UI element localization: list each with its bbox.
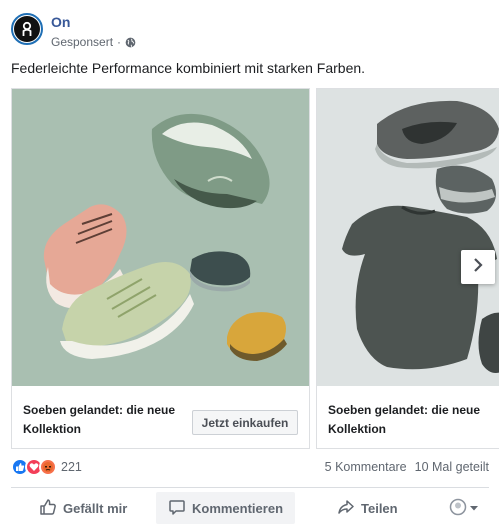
product-image-apparel[interactable] [317,89,499,386]
share-button[interactable]: Teilen [331,492,404,524]
like-button[interactable]: Gefällt mir [33,492,133,524]
shop-now-button[interactable]: Jetzt einkaufen [192,410,298,435]
react-as-selector[interactable] [443,492,485,524]
shares-count[interactable]: 10 Mal geteilt [415,460,489,474]
carousel-card[interactable]: Soeben gelandet: die neue Kollektion Jet… [11,88,310,449]
comment-label: Kommentieren [191,500,284,516]
share-label: Teilen [361,500,398,516]
meta-separator: · [117,35,122,49]
card-title[interactable]: Soeben gelandet: die neue Kollektion [23,401,193,439]
reactions-summary[interactable]: 221 [11,458,82,476]
divider [11,487,489,488]
comment-button[interactable]: Kommentieren [156,492,295,524]
share-icon [337,498,355,519]
profile-icon [449,498,467,519]
caret-down-icon [469,501,479,516]
stats-right: 5 Kommentare 10 Mal geteilt [325,460,489,474]
post-caption: Federleichte Performance kombiniert mit … [11,60,366,76]
thumbs-up-icon [39,498,57,519]
card-footer: Soeben gelandet: die neue Kollektion Jet… [12,386,309,448]
engagement-stats: 221 5 Kommentare 10 Mal geteilt [11,458,489,478]
angry-reaction-icon [39,458,57,476]
comments-count[interactable]: 5 Kommentare [325,460,407,474]
on-logo-icon [14,16,40,42]
comment-icon [168,498,186,519]
page-avatar[interactable] [11,13,43,45]
product-image-shoes[interactable] [12,89,309,386]
carousel-next-button[interactable] [461,250,495,284]
post-meta: Gesponsert · [51,35,136,49]
globe-icon[interactable] [125,37,136,48]
sponsored-label[interactable]: Gesponsert [51,35,113,49]
sponsored-post: On Gesponsert · Federleichte Performance… [0,0,499,529]
action-bar: Gefällt mir Kommentieren Teilen [11,492,489,524]
card-title[interactable]: Soeben gelandet: die neue Kollektion [328,401,498,439]
like-label: Gefällt mir [63,500,128,516]
chevron-right-icon [472,257,484,278]
card-footer: Soeben gelandet: die neue Kollektion [317,386,499,448]
page-name-link[interactable]: On [51,14,70,30]
ad-carousel: Soeben gelandet: die neue Kollektion Jet… [0,88,499,450]
reaction-count: 221 [61,460,82,474]
